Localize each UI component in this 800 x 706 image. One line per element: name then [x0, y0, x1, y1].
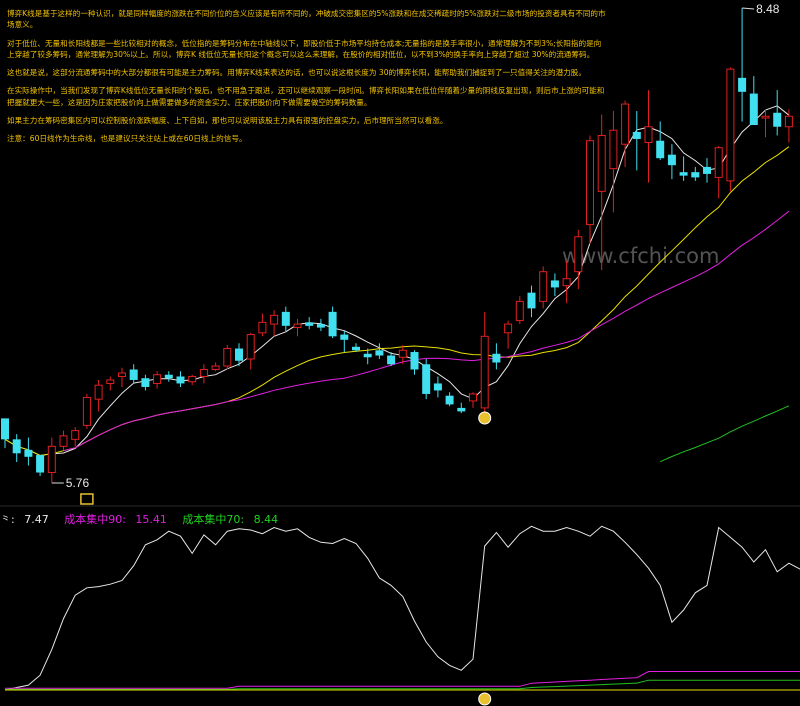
- candle: [188, 375, 197, 383]
- candle: [703, 166, 711, 174]
- candle: [387, 355, 396, 365]
- indicator-main-line: [4, 525, 800, 691]
- candle: [433, 383, 442, 391]
- candle: [375, 350, 384, 356]
- candle: [223, 348, 232, 367]
- candle: [352, 346, 360, 351]
- indicator-item-cost90: 成本集中90: 15.41: [64, 513, 173, 526]
- signal-box-icon: [80, 493, 94, 505]
- candle: [164, 374, 173, 379]
- high-price-label: 8.48: [756, 2, 780, 16]
- candle: [738, 77, 747, 92]
- high-price-label-pointer: [742, 7, 755, 10]
- candle: [691, 172, 700, 178]
- candle: [36, 455, 45, 473]
- candle: [761, 115, 770, 119]
- candle: [246, 334, 255, 360]
- indicator-value: 8.44: [253, 513, 279, 526]
- candle: [118, 372, 126, 377]
- buy-signal-icon: [478, 411, 492, 425]
- candle: [199, 368, 208, 377]
- candle: [59, 435, 68, 447]
- candle: [597, 134, 606, 192]
- candle: [281, 311, 290, 326]
- candle: [667, 154, 676, 166]
- candlestick-chart: 8.48 5.76: [0, 2, 800, 706]
- candle: [398, 349, 407, 358]
- candle: [270, 314, 279, 325]
- candle: [714, 147, 723, 178]
- candle: [82, 396, 91, 426]
- candle: [504, 323, 513, 334]
- candle: [469, 393, 477, 402]
- indicator-legend: ⺀: 7.47 成本集中90: 15.41 成本集中70: 8.44: [0, 511, 290, 527]
- candle: [328, 311, 337, 337]
- ma20-line: [4, 146, 790, 457]
- candle: [480, 335, 489, 409]
- indicator-label: ⺀:: [0, 513, 15, 526]
- candle: [94, 384, 103, 400]
- indicator-value: 15.41: [135, 513, 167, 526]
- candle: [211, 365, 220, 370]
- candle: [527, 292, 536, 309]
- candle: [258, 321, 267, 334]
- indicator-value: 7.47: [24, 513, 49, 526]
- candle: [1, 418, 9, 440]
- candle: [235, 348, 243, 361]
- candle: [129, 369, 138, 380]
- candle: [784, 115, 793, 128]
- ma60-line: [63, 210, 790, 452]
- candle: [609, 129, 618, 170]
- candle: [340, 334, 349, 340]
- candle: [12, 439, 21, 454]
- buy-signal-icon: [478, 692, 492, 706]
- ma120-line: [659, 405, 790, 463]
- indicator-item-cost70: 成本集中70: 8.44: [182, 513, 284, 526]
- candle: [445, 395, 454, 405]
- candle: [749, 93, 758, 126]
- candle: [153, 374, 162, 384]
- candle: [679, 172, 688, 176]
- candle: [293, 323, 302, 329]
- candle: [574, 236, 583, 273]
- candle: [773, 112, 782, 127]
- candle: [550, 280, 559, 288]
- candle: [632, 131, 641, 139]
- candle: [515, 300, 524, 322]
- low-price-label: 5.76: [66, 476, 90, 490]
- candle: [71, 430, 80, 440]
- indicator-label: 成本集中70:: [182, 513, 245, 526]
- candle: [726, 68, 735, 182]
- candle: [656, 140, 665, 159]
- candle: [644, 126, 653, 143]
- candle: [539, 271, 548, 302]
- candle: [305, 322, 314, 326]
- candle: [562, 278, 571, 287]
- candle: [621, 103, 630, 145]
- candle: [457, 407, 466, 412]
- candle: [141, 378, 150, 387]
- candle: [363, 353, 372, 358]
- candle: [410, 352, 419, 370]
- candle: [492, 353, 501, 363]
- candle: [586, 140, 594, 226]
- candle: [176, 376, 185, 384]
- candle: [422, 364, 431, 394]
- candle: [316, 324, 325, 328]
- candle: [47, 445, 56, 474]
- candle: [24, 449, 33, 457]
- candle: [106, 379, 115, 384]
- indicator-item-main: ⺀: 7.47: [0, 513, 55, 526]
- indicator-label: 成本集中90:: [64, 513, 126, 526]
